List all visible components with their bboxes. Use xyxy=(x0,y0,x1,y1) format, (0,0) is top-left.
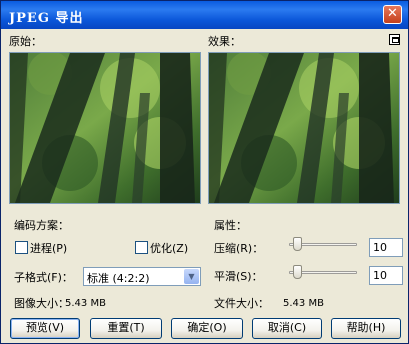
effect-preview-image xyxy=(208,52,400,204)
window-title: JPEG 导出 xyxy=(9,11,84,26)
properties-section-label: 属性： xyxy=(214,219,247,232)
file-size-label: 文件大小： xyxy=(214,297,269,310)
smoothing-slider[interactable] xyxy=(289,265,357,281)
file-size-value: 5.43 MB xyxy=(283,298,324,309)
compression-value: 10 xyxy=(373,241,387,254)
smoothing-slider-thumb[interactable] xyxy=(293,265,302,279)
effect-preview-label: 效果： xyxy=(208,35,241,48)
cancel-button[interactable]: 取消(C) xyxy=(252,318,322,339)
jpeg-export-dialog: JPEG 导出 ✕ 原始： 效果： 编码方案： 进程(P) 优化(Z) 子格式(… xyxy=(0,0,409,344)
original-preview-image xyxy=(9,52,201,204)
progressive-checkbox[interactable] xyxy=(15,241,28,254)
compression-label: 压缩(R)： xyxy=(214,242,264,255)
preview-button[interactable]: 预览(V) xyxy=(10,318,80,339)
title-bar[interactable]: JPEG 导出 ✕ xyxy=(1,1,408,29)
split-view-icon[interactable] xyxy=(389,34,400,45)
subformat-label: 子格式(F)： xyxy=(14,271,73,284)
close-icon[interactable]: ✕ xyxy=(383,5,402,24)
ok-button[interactable]: 确定(O) xyxy=(171,318,243,339)
help-button[interactable]: 帮助(H) xyxy=(331,318,401,339)
compression-input[interactable]: 10 xyxy=(369,238,403,257)
progressive-label[interactable]: 进程(P) xyxy=(30,242,67,255)
image-size-label: 图像大小： xyxy=(14,297,69,310)
compression-slider-thumb[interactable] xyxy=(293,237,302,251)
encoding-section-label: 编码方案： xyxy=(14,219,69,232)
compression-slider[interactable] xyxy=(289,237,357,253)
subformat-select[interactable]: 标准 (4:2:2) ▼ xyxy=(83,267,201,286)
subformat-value: 标准 (4:2:2) xyxy=(87,272,150,285)
chevron-down-icon[interactable]: ▼ xyxy=(184,269,199,284)
smoothing-input[interactable]: 10 xyxy=(369,266,403,285)
image-size-value: 5.43 MB xyxy=(65,298,106,309)
original-preview-label: 原始： xyxy=(9,35,42,48)
smoothing-value: 10 xyxy=(373,269,387,282)
optimize-label[interactable]: 优化(Z) xyxy=(150,242,188,255)
smoothing-label: 平滑(S)： xyxy=(214,270,263,283)
optimize-checkbox[interactable] xyxy=(135,241,148,254)
reset-button[interactable]: 重置(T) xyxy=(90,318,162,339)
